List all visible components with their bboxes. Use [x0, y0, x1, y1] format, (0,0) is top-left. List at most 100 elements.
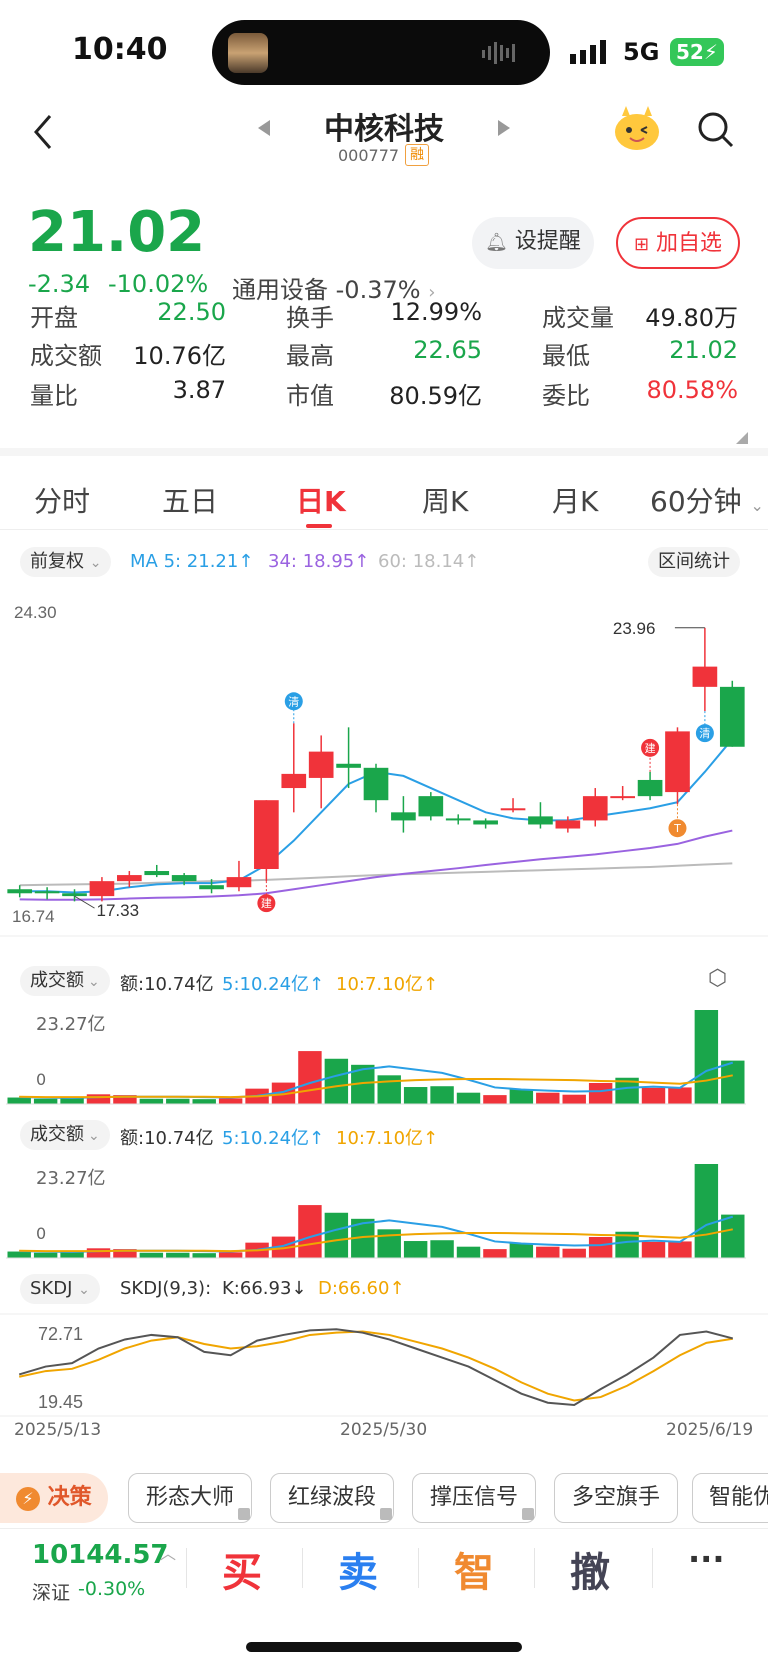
volume-bar	[324, 1212, 349, 1258]
ma34-line	[19, 829, 733, 901]
volume-bar	[403, 1241, 428, 1258]
build-signal-icon-text: 建	[261, 896, 272, 910]
divider	[186, 1548, 187, 1588]
candle-body	[144, 871, 170, 876]
candle-body	[117, 875, 142, 882]
candle-body	[665, 731, 690, 793]
skdj-k-value: K:66.93↓	[222, 1278, 307, 1299]
adjust-selector[interactable]: 前复权 ⌄	[20, 547, 112, 577]
index-pct: -0.30%	[78, 1578, 146, 1600]
volume-bar	[721, 1060, 745, 1104]
stat-value: 10.76亿	[133, 342, 226, 370]
volume-bar	[166, 1098, 190, 1104]
tab-five-day[interactable]: 五日	[162, 480, 218, 520]
volume-chart[interactable]	[0, 1006, 768, 1106]
stat-value: 49.80万	[645, 304, 738, 332]
stat-label: 最高	[286, 342, 334, 370]
tool-bull-bear-flag[interactable]: 多空旗手	[554, 1473, 678, 1523]
candle-body	[34, 891, 60, 894]
more-menu-button[interactable]: ···	[688, 1540, 724, 1578]
tool-smart[interactable]: 智能优	[692, 1473, 768, 1523]
tool-pattern-master[interactable]: 形态大师	[128, 1473, 252, 1523]
volume-bar	[721, 1214, 745, 1258]
volume-bar	[218, 1252, 243, 1258]
range-stats-button[interactable]: 区间统计	[648, 547, 740, 577]
charging-icon: ⚡	[703, 40, 718, 64]
candle-body	[418, 796, 444, 817]
t-signal-icon-text: T	[673, 822, 681, 835]
skdj-name: SKDJ(9,3):	[120, 1278, 212, 1299]
volume-bar	[641, 1241, 666, 1258]
buy-button[interactable]: 买	[222, 1540, 262, 1598]
ma60-legend: 60: 18.14↑	[378, 551, 480, 572]
decision-button[interactable]: ⚡ 决策	[0, 1473, 108, 1523]
volume-bar	[641, 1087, 666, 1104]
kline-chart[interactable]: 24.3016.7423.9617.33清建建T清	[0, 590, 768, 950]
stat-value: 80.58%	[646, 376, 738, 404]
add-watchlist-button[interactable]: ⊞ 加自选	[616, 217, 740, 269]
volume-selector[interactable]: 成交额 ⌄	[20, 1120, 110, 1150]
tool-bull-bear-flag-label: 多空旗手	[571, 1485, 660, 1510]
tab-daily-k[interactable]: 日K	[296, 480, 346, 520]
stat-value: 21.02	[669, 336, 738, 364]
skdj-label: SKDJ	[30, 1278, 73, 1299]
volume-selector[interactable]: 成交额 ⌄	[20, 966, 110, 996]
index-value[interactable]: 10144.57	[32, 1540, 169, 1570]
ma5-legend: MA 5: 21.21↑	[130, 551, 254, 572]
tool-red-green-wave[interactable]: 红绿波段	[270, 1473, 394, 1523]
chevron-down-icon: ⌄	[88, 974, 100, 990]
volume-bar	[33, 1098, 58, 1104]
candle-body	[473, 820, 498, 825]
candle-body	[719, 686, 745, 747]
skdj-chart[interactable]: 72.71 19.45	[0, 1310, 768, 1420]
ma34-legend: 34: 18.95↑	[268, 551, 370, 572]
home-indicator[interactable]	[246, 1642, 522, 1652]
candle-body	[62, 893, 87, 897]
tab-intraday[interactable]: 分时	[34, 480, 90, 520]
tab-60min[interactable]: 60分钟 ⌄	[650, 480, 764, 520]
index-name: 深证	[32, 1582, 71, 1604]
skdj-d-value: D:66.60↑	[318, 1278, 405, 1299]
expand-corner-icon[interactable]	[736, 432, 748, 444]
candle-body	[171, 875, 197, 882]
y-axis-top-label: 24.30	[14, 603, 57, 622]
now-playing-thumbnail	[228, 33, 268, 73]
candle-body	[692, 666, 718, 687]
set-alert-button[interactable]: 🔔︎ 设提醒	[472, 217, 594, 269]
candle-body	[582, 796, 608, 821]
volume-bar	[7, 1251, 31, 1258]
tool-support-resistance[interactable]: 撑压信号	[412, 1473, 536, 1523]
dynamic-island[interactable]	[212, 20, 550, 85]
volume-chart[interactable]	[0, 1160, 768, 1260]
date-label-mid: 2025/5/30	[340, 1420, 428, 1440]
stat-value: 22.50	[157, 298, 226, 326]
candle-body	[226, 877, 252, 888]
volume-ma5: 5:10.24亿↑	[222, 1128, 325, 1149]
tab-monthly-k[interactable]: 月K	[552, 480, 598, 520]
next-stock-icon[interactable]	[496, 118, 512, 138]
sell-button[interactable]: 卖	[338, 1540, 378, 1598]
volume-bar	[456, 1246, 481, 1258]
smart-button[interactable]: 智	[454, 1540, 494, 1598]
tab-weekly-k[interactable]: 周K	[422, 480, 468, 520]
volume-bar	[298, 1051, 322, 1104]
search-icon[interactable]	[696, 110, 736, 150]
audio-wave-icon	[482, 42, 515, 64]
chevron-down-icon: ⌄	[89, 555, 102, 571]
clear-signal-icon-text: 清	[699, 727, 710, 740]
skdj-selector[interactable]: SKDJ ⌄	[20, 1274, 100, 1304]
chevron-up-icon[interactable]: ︿	[160, 1540, 176, 1564]
lock-icon	[238, 1508, 250, 1520]
volume-bar	[694, 1010, 719, 1104]
chevron-down-icon: ⌄	[750, 496, 764, 515]
candle-body	[445, 818, 471, 821]
volume-bar	[562, 1248, 586, 1258]
mascot-icon[interactable]	[612, 104, 662, 154]
date-label-end: 2025/6/19	[666, 1420, 754, 1440]
settings-icon[interactable]: ⬡	[708, 966, 727, 991]
stat-label: 成交额	[30, 342, 102, 370]
volume-bar	[483, 1095, 507, 1104]
volume-amount: 额:10.74亿	[120, 1128, 214, 1149]
cancel-order-button[interactable]: 撤	[570, 1540, 610, 1598]
clear-signal-icon-text: 清	[288, 695, 299, 708]
